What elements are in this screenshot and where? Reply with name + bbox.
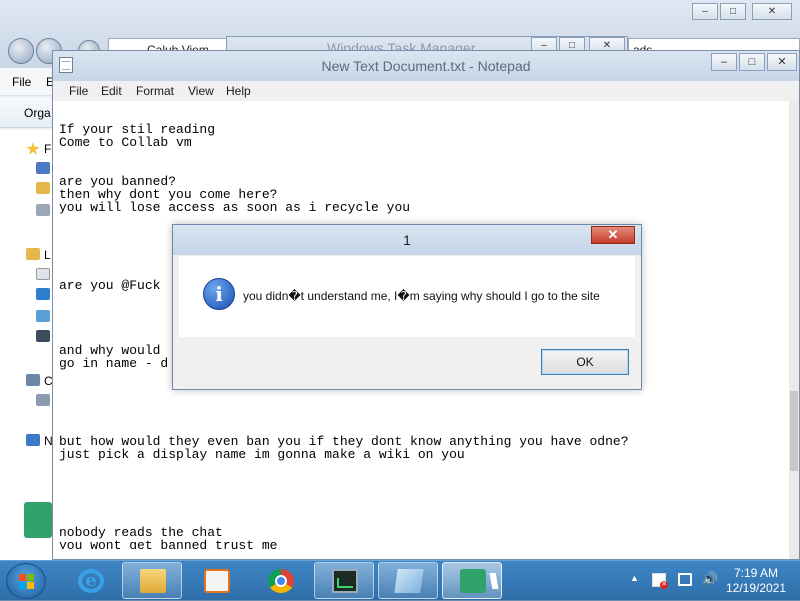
back-arrow-icon[interactable]: [8, 38, 34, 64]
notepad-close-button[interactable]: ✕: [767, 53, 797, 71]
pictures-icon[interactable]: [36, 310, 50, 322]
notepad-minimize-button[interactable]: –: [711, 53, 737, 71]
explorer-sidebar: F L C N: [0, 130, 53, 560]
taskbar-media-player[interactable]: [186, 562, 246, 599]
taskbar-clock[interactable]: 7:19 AM 12/19/2021: [720, 566, 792, 596]
sidebar-letter-l: L: [44, 248, 51, 262]
network-icon[interactable]: [26, 434, 40, 446]
start-button[interactable]: [6, 563, 46, 599]
sidebar-letter-f: F: [44, 142, 52, 156]
task-manager-icon: [332, 569, 358, 593]
refresh-app-icon[interactable]: [24, 502, 52, 538]
explorer-minimize-button[interactable]: –: [692, 3, 718, 20]
taskbar-collab-app[interactable]: [442, 562, 502, 599]
organize-button[interactable]: Orga: [24, 106, 51, 120]
explorer-close-button[interactable]: ✕: [752, 3, 792, 20]
dialog-body: i you didn�t understand me, I�m saying w…: [179, 256, 635, 337]
menu-edit[interactable]: Edit: [101, 84, 122, 98]
media-player-icon: [204, 569, 230, 593]
message-dialog: 1 ✕ i you didn�t understand me, I�m sayi…: [172, 224, 642, 390]
notepad-icon: [394, 569, 424, 593]
documents-icon[interactable]: [36, 268, 50, 280]
volume-icon[interactable]: 🔊: [702, 571, 718, 587]
explorer-maximize-button[interactable]: □: [720, 3, 746, 20]
menu-view[interactable]: View: [188, 84, 214, 98]
dialog-close-button[interactable]: ✕: [591, 226, 635, 244]
clock-time: 7:19 AM: [733, 566, 779, 580]
dialog-title: 1: [403, 232, 411, 248]
chrome-icon: [268, 569, 294, 593]
notepad-titlebar[interactable]: New Text Document.txt - Notepad – □ ✕: [53, 51, 799, 81]
videos-icon[interactable]: [36, 330, 50, 342]
action-center-flag-icon[interactable]: ✕: [652, 573, 668, 589]
libraries-icon[interactable]: [26, 248, 40, 260]
mouse-cursor-icon: [489, 573, 499, 589]
scrollbar-thumb[interactable]: [790, 391, 798, 471]
dialog-message: you didn�t understand me, I�m saying why…: [243, 289, 600, 303]
ok-button[interactable]: OK: [541, 349, 629, 375]
dialog-titlebar[interactable]: 1 ✕: [173, 225, 641, 255]
taskbar-notepad[interactable]: [378, 562, 438, 599]
notepad-maximize-button[interactable]: □: [739, 53, 765, 71]
notepad-menubar: File Edit Format View Help: [53, 81, 799, 101]
music-icon[interactable]: [36, 288, 50, 300]
downloads-folder-icon[interactable]: [36, 182, 50, 194]
taskbar-task-manager[interactable]: [314, 562, 374, 599]
windows-logo-icon: [19, 574, 35, 590]
taskbar-internet-explorer[interactable]: e: [60, 562, 120, 599]
system-tray: ▲ ✕ 🔊 7:19 AM 12/19/2021: [624, 561, 800, 601]
menu-format[interactable]: Format: [136, 84, 174, 98]
notepad-vertical-scrollbar[interactable]: [789, 101, 799, 559]
internet-explorer-icon: e: [78, 569, 104, 593]
collab-app-icon: [460, 569, 486, 593]
recent-places-icon[interactable]: [36, 204, 50, 216]
show-hidden-icons-button[interactable]: ▲: [630, 573, 639, 583]
menu-help[interactable]: Help: [226, 84, 251, 98]
network-icon[interactable]: [678, 573, 692, 586]
clock-date: 12/19/2021: [725, 581, 787, 595]
desktop-icon[interactable]: [36, 162, 50, 174]
menu-file[interactable]: File: [69, 84, 88, 98]
favorites-star-icon[interactable]: [26, 142, 40, 155]
computer-icon[interactable]: [26, 374, 40, 386]
taskbar-chrome[interactable]: [250, 562, 310, 599]
taskbar: e ▲ ✕ 🔊 7:19 AM 12/19/2021: [0, 560, 800, 600]
info-icon: i: [203, 278, 235, 310]
folder-icon: [140, 569, 166, 593]
taskbar-file-explorer[interactable]: [122, 562, 182, 599]
explorer-menu-file[interactable]: File: [12, 75, 31, 89]
notepad-title: New Text Document.txt - Notepad: [321, 58, 531, 74]
drive-icon[interactable]: [36, 394, 50, 406]
